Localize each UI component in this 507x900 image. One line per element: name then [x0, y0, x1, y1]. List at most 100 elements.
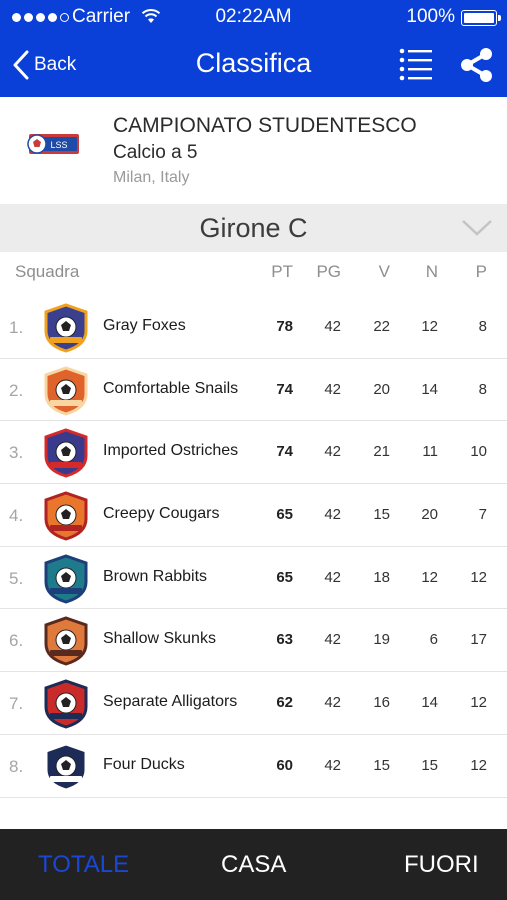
row-position: 5. [9, 568, 24, 588]
team-wins: 20 [373, 380, 390, 398]
team-played: 42 [324, 506, 341, 524]
team-points: 63 [276, 631, 293, 649]
team-draws: 14 [421, 694, 438, 712]
tab-totale[interactable]: TOTALE [38, 851, 129, 879]
table-header: Squadra PT PG V N P [0, 252, 507, 294]
team-wins: 15 [373, 506, 390, 524]
team-losses: 12 [470, 756, 487, 774]
row-position: 7. [9, 694, 24, 714]
team-played: 42 [324, 380, 341, 398]
team-wins: 16 [373, 694, 390, 712]
championship-location: Milan, Italy [113, 169, 190, 186]
team-losses: 8 [478, 380, 487, 398]
team-badge-icon [44, 554, 88, 604]
team-name: Brown Rabbits [103, 567, 208, 585]
column-header-pg: PG [316, 262, 341, 281]
championship-subtitle: Calcio a 5 [113, 142, 198, 163]
team-points: 65 [276, 568, 293, 586]
share-icon[interactable] [459, 47, 495, 83]
team-name: Creepy Cougars [103, 505, 220, 523]
navigation-bar: Back Classifica [0, 34, 507, 97]
table-row[interactable]: 2. Comfortable Snails 74 42 20 14 8 [0, 358, 507, 422]
team-played: 42 [324, 756, 341, 774]
team-played: 42 [324, 318, 341, 335]
team-played: 42 [324, 694, 341, 712]
team-draws: 20 [421, 506, 438, 524]
championship-name: CAMPIONATO STUDENTESCO [113, 114, 417, 137]
team-name: Comfortable Snails [103, 379, 239, 397]
team-wins: 22 [373, 318, 390, 335]
table-row[interactable]: 4. Creepy Cougars 65 42 15 20 7 [0, 484, 507, 547]
team-points: 62 [276, 694, 293, 712]
team-losses: 12 [470, 568, 487, 586]
team-wins: 15 [373, 756, 390, 774]
top-bar: Carrier 02:22AM 100% Back Classifica [0, 0, 507, 97]
team-name: Imported Ostriches [103, 442, 239, 460]
group-label: Girone C [199, 213, 308, 243]
battery-percentage: 100% [406, 6, 455, 27]
team-badge-icon [44, 303, 88, 353]
team-name: Four Ducks [103, 755, 185, 773]
column-header-n: N [425, 262, 438, 281]
column-header-p: P [475, 262, 487, 281]
team-losses: 10 [470, 443, 487, 461]
team-draws: 12 [421, 318, 438, 335]
row-position: 8. [9, 756, 24, 776]
chevron-down-icon [462, 220, 492, 236]
team-draws: 6 [429, 631, 438, 649]
row-position: 1. [9, 318, 24, 337]
tab-fuori[interactable]: FUORI [404, 851, 479, 879]
championship-header: LSS CAMPIONATO STUDENTESCO Calcio a 5 Mi… [0, 97, 507, 204]
row-position: 2. [9, 380, 24, 400]
team-draws: 14 [421, 380, 438, 398]
list-icon[interactable] [398, 46, 434, 82]
team-wins: 18 [373, 568, 390, 586]
team-badge-icon [44, 742, 88, 792]
row-position: 6. [9, 631, 24, 651]
table-row[interactable]: 6. Shallow Skunks 63 42 19 6 17 [0, 609, 507, 673]
battery-icon [461, 10, 501, 26]
team-points: 78 [276, 318, 293, 335]
championship-logo: LSS [27, 134, 79, 154]
team-name: Separate Alligators [103, 693, 238, 711]
table-row[interactable]: 1. Gray Foxes 78 42 22 12 8 [0, 296, 507, 359]
team-played: 42 [324, 631, 341, 649]
team-draws: 11 [422, 443, 438, 461]
team-draws: 15 [421, 756, 438, 774]
team-losses: 17 [470, 631, 487, 649]
team-wins: 21 [373, 443, 390, 461]
team-name: Shallow Skunks [103, 630, 216, 648]
team-losses: 8 [478, 318, 487, 335]
team-played: 42 [324, 568, 341, 586]
table-row[interactable]: 7. Separate Alligators 62 42 16 14 12 [0, 672, 507, 735]
row-position: 3. [9, 443, 24, 463]
team-points: 74 [276, 380, 293, 398]
standings-list: 1. Gray Foxes 78 42 22 12 8 2. Comfortable Snail… [0, 296, 507, 798]
status-bar: Carrier 02:22AM 100% [0, 0, 507, 34]
group-selector[interactable]: Girone C [0, 204, 507, 252]
column-header-pt: PT [271, 262, 293, 281]
column-header-v: V [378, 262, 390, 281]
team-badge-icon [44, 616, 88, 667]
tab-casa[interactable]: CASA [221, 851, 286, 879]
team-badge-icon [44, 428, 88, 478]
team-points: 74 [276, 443, 293, 461]
team-losses: 7 [478, 506, 487, 524]
column-header-team: Squadra [15, 262, 80, 281]
team-played: 42 [324, 443, 341, 461]
table-row[interactable]: 8. Four Ducks 60 42 15 15 12 [0, 734, 507, 798]
team-points: 60 [276, 756, 293, 774]
team-losses: 12 [470, 694, 487, 712]
team-badge-icon [44, 679, 88, 729]
team-draws: 12 [421, 568, 438, 586]
team-name: Gray Foxes [103, 317, 186, 334]
championship-logo-text: LSS [50, 140, 67, 150]
team-badge-icon [44, 366, 88, 416]
team-badge-icon [44, 491, 88, 541]
table-row[interactable]: 5. Brown Rabbits 65 42 18 12 12 [0, 546, 507, 610]
team-points: 65 [276, 506, 293, 524]
row-position: 4. [9, 506, 24, 526]
team-wins: 19 [373, 631, 390, 649]
tab-bar: TOTALE CASA FUORI [0, 829, 507, 900]
table-row[interactable]: 3. Imported Ostriches 74 42 21 11 10 [0, 421, 507, 485]
